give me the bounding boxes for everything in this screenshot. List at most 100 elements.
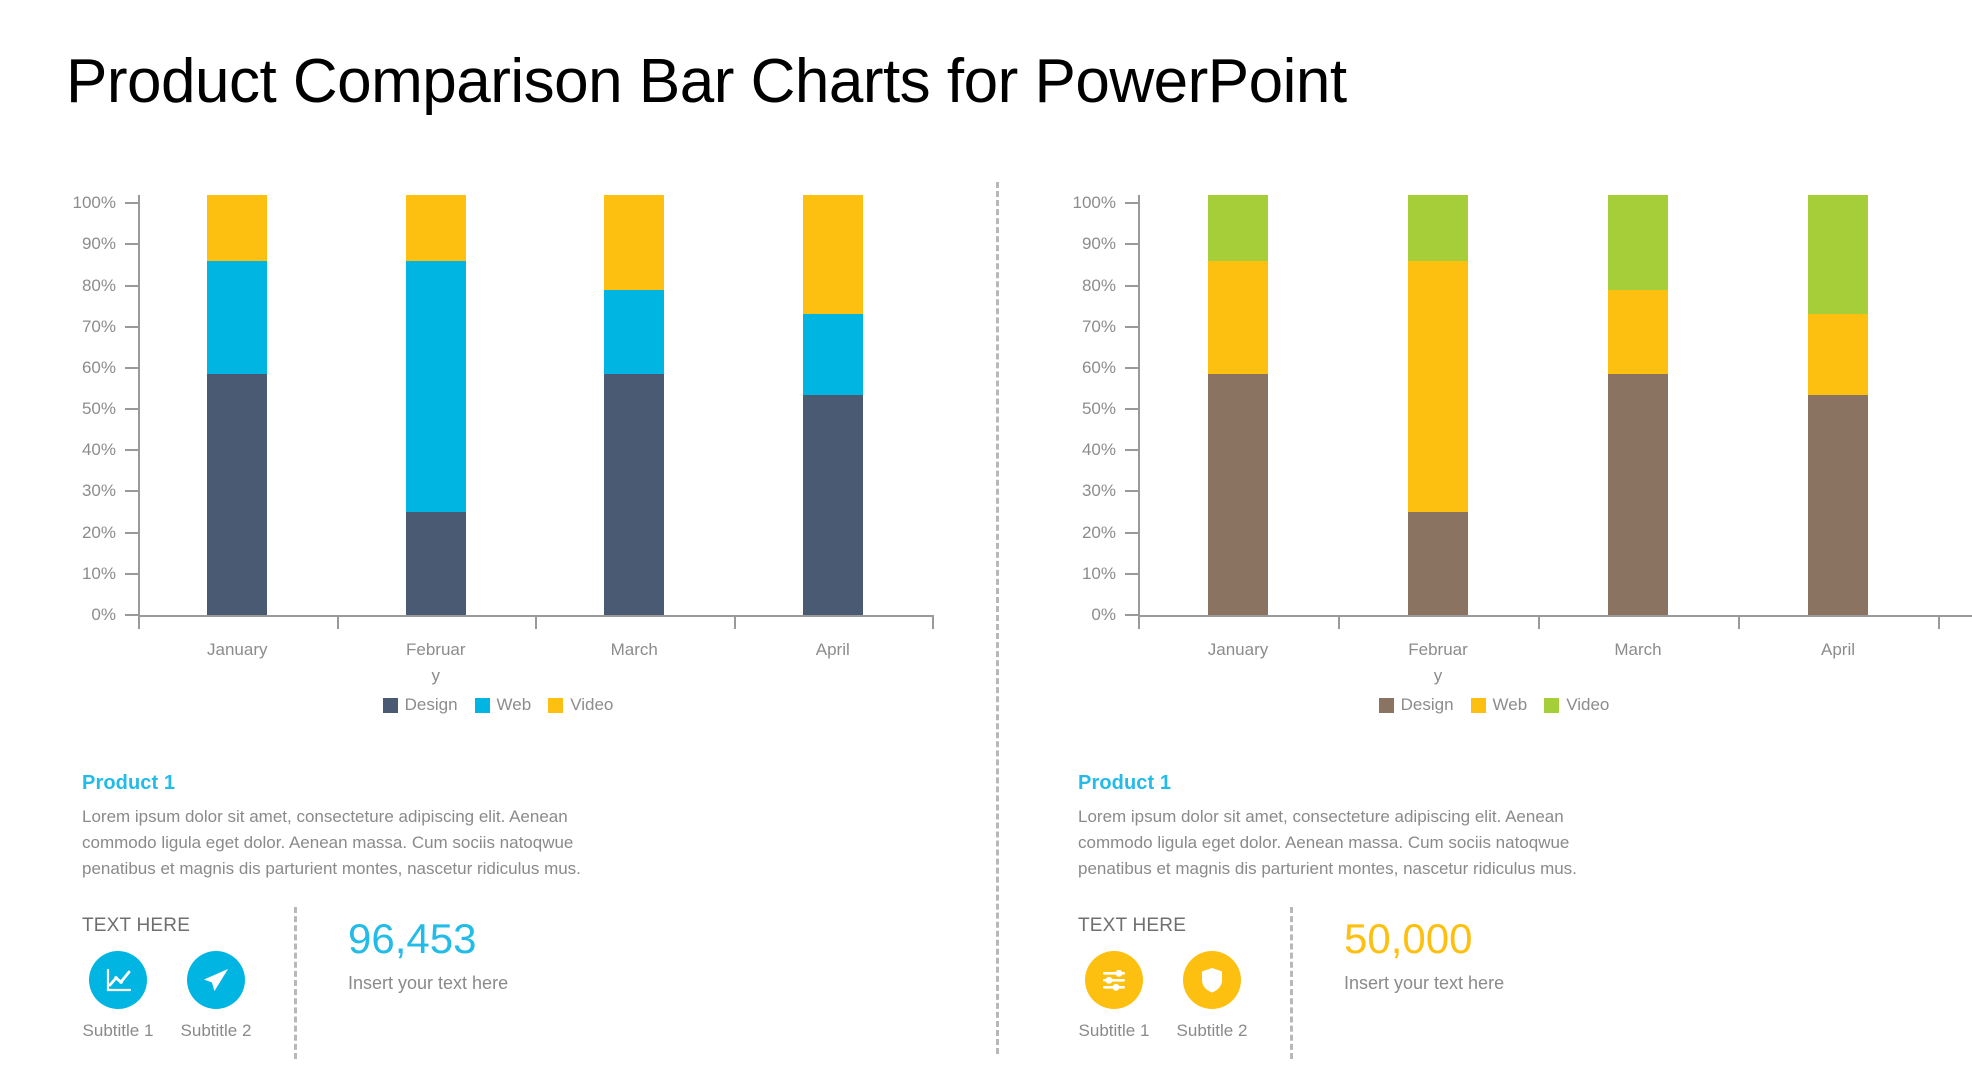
stacked-bar[interactable] — [1208, 195, 1268, 615]
stacked-bar[interactable] — [802, 195, 863, 615]
bar-segment-web[interactable] — [1408, 260, 1468, 513]
y-tick-mark — [125, 490, 138, 493]
bar-segment-web[interactable] — [1808, 314, 1868, 395]
stats-divider — [294, 907, 297, 1059]
stacked-bar[interactable] — [1608, 195, 1668, 615]
plot-area — [138, 195, 932, 615]
stat-value: 50,000 — [1344, 915, 1473, 962]
product-description: Lorem ipsum dolor sit amet, consecteture… — [1078, 807, 1577, 878]
y-tick-label: 20% — [1081, 522, 1116, 542]
stacked-bar[interactable] — [1408, 195, 1468, 615]
bar-slot — [1538, 195, 1738, 615]
legend-item[interactable]: Design — [382, 695, 458, 715]
shield-icon[interactable] — [1183, 951, 1241, 1009]
bar-slot — [535, 195, 734, 615]
y-tick-label: 50% — [1081, 399, 1116, 419]
y-tick-label: 80% — [81, 275, 116, 295]
product-block: Product 1 Lorem ipsum dolor sit amet, co… — [1078, 772, 1578, 881]
stacked-bar[interactable] — [1808, 195, 1868, 615]
legend-item[interactable]: Video — [1544, 695, 1609, 715]
y-tick-mark — [125, 325, 138, 328]
y-tick-mark — [1125, 325, 1138, 328]
bar-segment-design[interactable] — [604, 374, 665, 615]
bar-segment-design[interactable] — [1208, 374, 1268, 615]
icon-row: Subtitle 1 Subtitle 2 — [1078, 951, 1288, 1041]
x-tick-mark — [1938, 615, 1940, 629]
y-tick-mark — [125, 531, 138, 534]
bar-segment-web[interactable] — [207, 260, 268, 375]
y-tick-mark — [1125, 408, 1138, 411]
legend-item[interactable]: Video — [548, 695, 613, 715]
y-tick-label: 0% — [1091, 605, 1116, 624]
y-tick-mark — [1125, 614, 1138, 616]
stat-caption: Insert your text here — [348, 973, 509, 994]
y-tick-mark — [1125, 366, 1138, 369]
y-tick-label: 30% — [1081, 481, 1116, 501]
bar-segment-web[interactable] — [1608, 289, 1668, 375]
stats-row: TEXT HERE Subtitle 1 Subtitle 2 — [82, 907, 922, 1075]
y-tick-mark — [125, 243, 138, 246]
y-tick-mark — [1125, 243, 1138, 246]
x-category-label: March — [610, 640, 658, 659]
chart-left: 0% 10% 20% 30% 40% 50% 60% 70% 80% 90% 100% January… — [0, 193, 996, 714]
line-chart-icon[interactable] — [89, 951, 147, 1009]
icon-cell[interactable]: Subtitle 2 — [180, 951, 252, 1041]
bar-segment-video[interactable] — [604, 195, 665, 290]
bar-segment-video[interactable] — [802, 195, 863, 315]
paper-plane-icon[interactable] — [187, 951, 245, 1009]
bar-segment-design[interactable] — [1808, 394, 1868, 615]
icon-caption: Subtitle 1 — [1078, 1021, 1150, 1040]
bar-segment-web[interactable] — [1208, 260, 1268, 375]
bar-segment-design[interactable] — [405, 512, 466, 615]
stacked-bar[interactable] — [604, 195, 665, 615]
x-axis-line — [1138, 615, 1972, 617]
legend-item[interactable]: Design — [1378, 695, 1454, 715]
y-axis-labels: 0% 10% 20% 30% 40% 50% 60% 70% 80% 90% 100% — [72, 193, 138, 624]
icon-cell[interactable]: Subtitle 1 — [82, 951, 154, 1041]
panel-right: 0% 10% 20% 30% 40% 50% 60% 70% 80% 90% 100% January… — [996, 0, 1972, 1089]
legend-swatch-icon — [1544, 697, 1560, 713]
stacked-bar[interactable] — [207, 195, 268, 615]
bar-segment-video[interactable] — [1808, 195, 1868, 315]
sliders-icon[interactable] — [1085, 951, 1143, 1009]
icon-caption: Subtitle 2 — [180, 1021, 252, 1040]
panel-left: 0% 10% 20% 30% 40% 50% 60% 70% 80% 90% 100% January… — [0, 0, 996, 1089]
bar-segment-web[interactable] — [604, 289, 665, 375]
bar-segment-design[interactable] — [207, 374, 268, 615]
legend-item[interactable]: Web — [474, 695, 531, 715]
stats-heading: TEXT HERE — [1078, 915, 1187, 936]
legend-swatch-icon — [474, 697, 490, 713]
slide: Product Comparison Bar Charts for PowerP… — [0, 0, 1972, 1089]
bar-slot — [1138, 195, 1338, 615]
y-tick-label: 30% — [81, 481, 116, 501]
legend-item[interactable]: Web — [1470, 695, 1527, 715]
bar-segment-video[interactable] — [1608, 195, 1668, 290]
bar-segment-design[interactable] — [1408, 512, 1468, 615]
bar-segment-video[interactable] — [405, 195, 466, 261]
stats-heading: TEXT HERE — [82, 915, 191, 936]
y-tick-label: 20% — [81, 522, 116, 542]
x-tick-mark — [1338, 615, 1340, 629]
bar-segment-video[interactable] — [1408, 195, 1468, 261]
x-tick-mark — [1138, 615, 1140, 629]
y-tick-mark — [125, 202, 138, 205]
stats-icons-group: TEXT HERE Subtitle 1 Subtitle 2 — [82, 915, 292, 1041]
y-tick-label: 100% — [1072, 193, 1116, 213]
y-tick-label: 80% — [1081, 275, 1116, 295]
icon-cell[interactable]: Subtitle 2 — [1176, 951, 1248, 1041]
bar-segment-web[interactable] — [405, 260, 466, 513]
bar-segment-video[interactable] — [207, 195, 268, 261]
y-tick-mark — [125, 572, 138, 575]
bar-segment-design[interactable] — [802, 394, 863, 615]
y-tick-label: 60% — [1081, 357, 1116, 377]
y-tick-label: 40% — [1081, 440, 1116, 460]
bar-segment-design[interactable] — [1608, 374, 1668, 615]
y-tick-label: 40% — [81, 440, 116, 460]
bar-segment-video[interactable] — [1208, 195, 1268, 261]
bar-segment-web[interactable] — [802, 314, 863, 395]
product-block: Product 1 Lorem ipsum dolor sit amet, co… — [82, 772, 582, 881]
y-tick-mark — [125, 284, 138, 287]
stacked-bar[interactable] — [405, 195, 466, 615]
icon-cell[interactable]: Subtitle 1 — [1078, 951, 1150, 1041]
product-title: Product 1 — [82, 772, 176, 794]
